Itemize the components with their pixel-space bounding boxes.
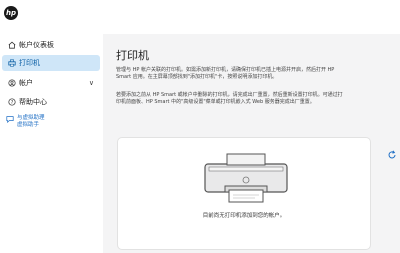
virtual-assistant-link[interactable]: 与虚拟助理 虚拟助手 [6, 115, 45, 129]
home-icon [7, 41, 16, 50]
assistant-line-1: 与虚拟助理 [17, 115, 45, 121]
empty-state-message: 目前尚无打印机添加到您的帐户。 [202, 213, 286, 219]
intro-line-1: 管理与 HP 帐户关联的打印机。如需添加新打印机，请确保打印机已插上电源并开启，… [116, 67, 335, 73]
reset-line-2: 印机前面板、HP Smart 中的"高级设置"菜单或打印机嵌入式 Web 服务器… [116, 99, 315, 105]
sidebar-item-help[interactable]: ? 帮助中心 [2, 94, 100, 110]
reset-line-1: 若要添加之前从 HP Smart 或帐户中删除的打印机，请完成出厂重置，然后重新… [116, 92, 343, 98]
printer-icon [7, 59, 16, 68]
reset-paragraph: 若要添加之前从 HP Smart 或帐户中删除的打印机，请完成出厂重置，然后重新… [116, 92, 371, 106]
hp-logo[interactable]: hp [4, 6, 18, 20]
page-title: 打印机 [116, 49, 149, 62]
sidebar-item-label: 帐户仪表板 [19, 41, 54, 49]
main-content: 打印机 管理与 HP 帐户关联的打印机。如需添加新打印机，请确保打印机已插上电源… [103, 34, 400, 253]
printer-illustration [204, 153, 288, 203]
chat-icon [6, 115, 14, 129]
chevron-down-icon[interactable]: ∨ [89, 75, 94, 91]
printers-empty-card: 目前尚无打印机添加到您的帐户。 [117, 137, 371, 250]
assistant-line-2: 虚拟助手 [17, 122, 40, 128]
intro-line-2: Smart 应用。在主屏幕顶部找到"添加打印机"卡，按照说明添加打印机。 [116, 74, 278, 80]
intro-paragraph: 管理与 HP 帐户关联的打印机。如需添加新打印机，请确保打印机已插上电源并开启，… [116, 67, 371, 81]
sidebar-item-printers[interactable]: 打印机 [2, 55, 100, 71]
sidebar-item-label: 帮助中心 [19, 98, 47, 106]
sidebar-item-label: 帐户 [19, 79, 33, 87]
person-icon [7, 79, 16, 88]
sidebar-item-label: 打印机 [19, 59, 40, 67]
help-icon: ? [7, 98, 16, 107]
sidebar-item-account[interactable]: 帐户 ∨ [2, 75, 100, 91]
refresh-icon[interactable] [387, 150, 397, 160]
sidebar-item-dashboard[interactable]: 帐户仪表板 [2, 37, 100, 53]
sidebar: 帐户仪表板 打印机 帐户 ∨ ? 帮助中心 与虚拟助理 虚拟助手 [0, 34, 102, 253]
top-bar: hp [0, 0, 400, 34]
